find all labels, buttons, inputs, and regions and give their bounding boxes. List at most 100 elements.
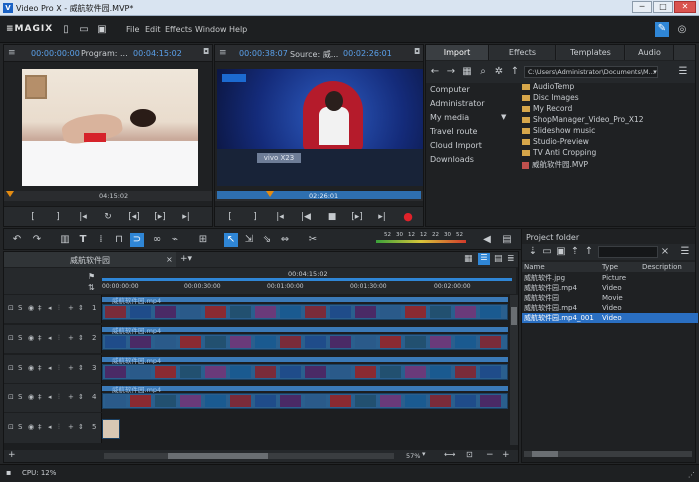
save-icon[interactable]: ▣ xyxy=(554,245,568,259)
list-item[interactable]: Studio-Preview xyxy=(522,137,589,146)
menu-effects[interactable]: Effects xyxy=(165,25,192,34)
eye-icon[interactable]: ◉ xyxy=(28,364,34,372)
loop-icon[interactable]: ↻ xyxy=(101,211,115,223)
clip-title-bar[interactable] xyxy=(102,386,508,391)
list-item[interactable]: My Record xyxy=(522,104,572,113)
clear-icon[interactable]: × xyxy=(658,245,672,259)
level-icon[interactable]: ⫶ xyxy=(58,393,60,402)
table-row[interactable]: 威航软件园.mp4 Video xyxy=(522,303,698,313)
tab-templates[interactable]: Templates xyxy=(557,45,625,60)
mixer-icon[interactable]: ▤ xyxy=(500,233,514,247)
fx-icon[interactable]: ‡ xyxy=(38,393,42,401)
video-clip[interactable] xyxy=(102,393,508,409)
tab-timeline[interactable]: 威航软件园 × xyxy=(4,252,176,267)
settings-icon[interactable]: ◎ xyxy=(676,23,688,36)
wizard-icon[interactable]: ✎ xyxy=(655,22,669,37)
video-clip[interactable] xyxy=(102,304,508,320)
timeline-view-icon[interactable]: ☰ xyxy=(478,253,490,265)
next-marker-icon[interactable]: ▸| xyxy=(179,211,193,223)
solo-icon[interactable]: S xyxy=(18,423,22,431)
level-icon[interactable]: ⫶ xyxy=(58,423,60,432)
list-item[interactable]: Disc Images xyxy=(522,93,579,102)
forward-arrow-icon[interactable]: → xyxy=(444,65,458,79)
mute-icon[interactable]: ◂ xyxy=(48,334,52,342)
open-folder-icon[interactable]: ▭ xyxy=(540,245,554,259)
playhead-marker[interactable] xyxy=(6,191,14,197)
nav-cloud-import[interactable]: Cloud Import xyxy=(430,141,482,150)
maximize-button[interactable]: □ xyxy=(653,1,673,13)
fx-icon[interactable]: ‡ xyxy=(38,364,42,372)
pointer-icon[interactable]: ↖ xyxy=(224,233,238,247)
tab-audio[interactable]: Audio xyxy=(626,45,674,60)
column-type[interactable]: Type xyxy=(602,263,618,271)
nav-downloads[interactable]: Downloads xyxy=(430,155,474,164)
level-icon[interactable]: ⫶ xyxy=(58,304,60,313)
list-item[interactable]: 威航软件园.MVP xyxy=(522,159,588,170)
add-icon[interactable]: + xyxy=(68,364,74,372)
insert-icon[interactable]: [▸] xyxy=(350,211,364,223)
eye-icon[interactable]: ◉ xyxy=(28,393,34,401)
menu-help[interactable]: Help xyxy=(229,25,247,34)
storyboard-view-icon[interactable]: ▦ xyxy=(464,254,473,264)
table-row-selected[interactable]: 威航软件园.mp4_001 Video xyxy=(522,313,698,323)
minimize-button[interactable]: ─ xyxy=(632,1,652,13)
v-scroll-thumb[interactable] xyxy=(511,307,517,325)
stop-icon[interactable]: ■ xyxy=(325,211,339,223)
menu-file[interactable]: File xyxy=(126,25,139,34)
tab-import[interactable]: Import xyxy=(426,45,489,60)
lock-icon[interactable]: ⊡ xyxy=(8,423,14,431)
set-in-icon[interactable]: [ xyxy=(223,211,237,223)
table-row[interactable]: 威航软件.jpg Picture xyxy=(522,273,698,283)
split-icon[interactable]: ⁞ xyxy=(94,233,108,247)
menu-icon[interactable]: ≡ xyxy=(219,48,227,58)
lock-icon[interactable]: ⊡ xyxy=(8,304,14,312)
list-item[interactable]: Slideshow music xyxy=(522,126,595,135)
maximize-monitor-icon[interactable]: ◘ xyxy=(203,47,209,56)
table-row[interactable]: 威航软件园 Movie xyxy=(522,293,698,303)
scroll-thumb[interactable] xyxy=(532,451,558,457)
link-icon[interactable]: ∞ xyxy=(150,233,164,247)
close-button[interactable]: ✕ xyxy=(674,1,696,13)
zoom-in-icon[interactable]: + xyxy=(502,450,510,460)
list-view-icon[interactable]: ≣ xyxy=(507,254,515,264)
scissors-icon[interactable]: ✂ xyxy=(306,233,320,247)
clip-title-bar[interactable] xyxy=(102,297,508,302)
solo-icon[interactable]: S xyxy=(18,393,22,401)
undo-icon[interactable]: ↶ xyxy=(10,233,24,247)
clip-icon[interactable]: [◂] xyxy=(127,211,141,223)
eye-icon[interactable]: ◉ xyxy=(28,304,34,312)
maximize-monitor-icon[interactable]: ◘ xyxy=(414,47,420,56)
sort-icon[interactable]: ⇕ xyxy=(78,304,84,312)
mute-icon[interactable]: ◂ xyxy=(48,364,52,372)
scene-view-icon[interactable]: ▤ xyxy=(494,254,503,264)
search-icon[interactable]: ⌕ xyxy=(476,65,490,79)
next-marker-icon[interactable]: ▸| xyxy=(375,211,389,223)
back-arrow-icon[interactable]: ← xyxy=(428,65,442,79)
add-tab-icon[interactable]: +▾ xyxy=(180,254,192,264)
lock-icon[interactable]: ⊡ xyxy=(8,364,14,372)
eye-icon[interactable]: ◉ xyxy=(28,423,34,431)
set-out-icon[interactable]: ] xyxy=(51,211,65,223)
record-icon[interactable]: ● xyxy=(401,211,415,223)
import-icon[interactable]: ⇡ xyxy=(568,245,582,259)
resize-grip-icon[interactable]: ⋰ xyxy=(688,471,695,479)
new-file-icon[interactable]: ▯ xyxy=(60,23,72,36)
lock-icon[interactable]: ⊡ xyxy=(8,393,14,401)
nav-administrator[interactable]: Administrator xyxy=(430,99,485,108)
zoom-fit-icon[interactable]: ⊡ xyxy=(466,450,473,459)
menu-edit[interactable]: Edit xyxy=(145,25,161,34)
table-row[interactable]: 威航软件园.mp4 Video xyxy=(522,283,698,293)
menu-window[interactable]: Window xyxy=(195,25,227,34)
solo-icon[interactable]: S xyxy=(18,334,22,342)
tab-effects[interactable]: Effects xyxy=(490,45,556,60)
stretch-icon[interactable]: ⇔ xyxy=(278,233,292,247)
level-icon[interactable]: ⫶ xyxy=(58,334,60,343)
image-clip[interactable] xyxy=(102,419,120,439)
step-back-icon[interactable]: |◀ xyxy=(299,211,313,223)
playhead-marker[interactable] xyxy=(266,191,274,197)
column-description[interactable]: Description xyxy=(642,263,682,271)
horizontal-scrollbar[interactable] xyxy=(104,453,394,459)
fx-icon[interactable]: ‡ xyxy=(38,423,42,431)
range-bar[interactable] xyxy=(102,278,512,281)
list-item[interactable]: ShopManager_Video_Pro_X12 xyxy=(522,115,644,124)
